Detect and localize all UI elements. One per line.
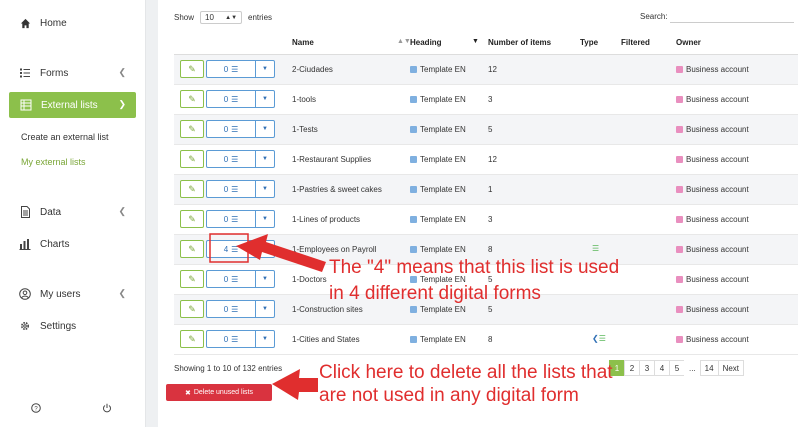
arrow-to-count: [236, 234, 326, 272]
annotation-delete-line2: are not used in any digital form: [319, 385, 579, 406]
annotation-delete-line1: Click here to delete all the lists that: [319, 362, 613, 383]
arrow-to-delete: [272, 369, 318, 400]
annotation-count-line1: The "4" means that this list is used: [329, 257, 620, 278]
annotation-count-line2: in 4 different digital forms: [329, 283, 541, 304]
